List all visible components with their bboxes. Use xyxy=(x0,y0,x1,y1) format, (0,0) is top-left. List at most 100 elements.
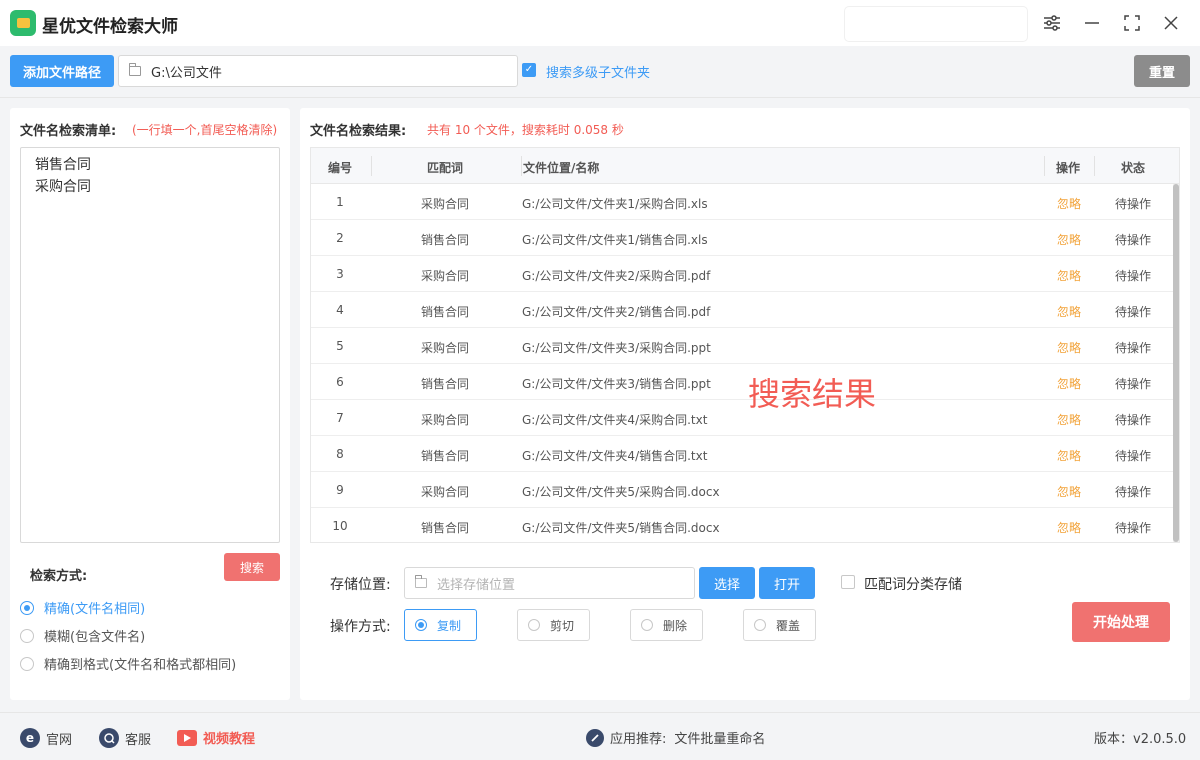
row-number: 5 xyxy=(336,339,344,353)
classify-checkbox[interactable] xyxy=(841,575,855,589)
row-ignore-action[interactable]: 忽略 xyxy=(1046,231,1092,248)
reset-button[interactable]: 重置 xyxy=(1134,55,1190,87)
results-label: 文件名检索结果: xyxy=(310,124,407,139)
service-link[interactable]: 客服 xyxy=(99,728,151,748)
row-keyword: 采购合同 xyxy=(420,485,469,499)
row-ignore-action[interactable]: 忽略 xyxy=(1046,519,1092,536)
row-ignore-action[interactable]: 忽略 xyxy=(1046,375,1092,392)
row-status: 待操作 xyxy=(1114,341,1151,355)
row-status: 待操作 xyxy=(1114,413,1151,427)
row-keyword: 销售合同 xyxy=(420,305,469,319)
table-header: 编号 匹配词 文件位置/名称 操作 状态 xyxy=(311,148,1179,184)
row-ignore-action[interactable]: 忽略 xyxy=(1046,411,1092,428)
open-button[interactable]: 打开 xyxy=(759,567,815,599)
op-label: 复制 xyxy=(437,618,462,633)
col-header: 编号 xyxy=(328,161,353,175)
mode-format-option[interactable]: 精确到格式(文件名和格式都相同) xyxy=(20,654,236,673)
start-process-button[interactable]: 开始处理 xyxy=(1072,602,1170,642)
video-label: 视频教程 xyxy=(203,732,256,747)
op-overwrite-option[interactable]: 覆盖 xyxy=(743,609,816,641)
settings-icon[interactable] xyxy=(1039,10,1065,36)
subfolder-label[interactable]: 搜索多级子文件夹 xyxy=(546,62,650,81)
radio-icon xyxy=(754,619,766,631)
maximize-icon[interactable] xyxy=(1119,10,1145,36)
keyword-textarea[interactable]: 销售合同 采购合同 xyxy=(20,147,280,543)
table-row[interactable]: 3 采购合同 G:/公司文件/文件夹2/采购合同.pdf 忽略 待操作 xyxy=(311,256,1173,292)
table-row[interactable]: 8 销售合同 G:/公司文件/文件夹4/销售合同.txt 忽略 待操作 xyxy=(311,436,1173,472)
minimize-icon[interactable] xyxy=(1079,10,1105,36)
search-button[interactable]: 搜索 xyxy=(224,553,280,581)
results-summary: 共有 10 个文件，搜索耗时 0.058 秒 xyxy=(427,123,624,137)
row-status: 待操作 xyxy=(1114,305,1151,319)
table-row[interactable]: 1 采购合同 G:/公司文件/文件夹1/采购合同.xls 忽略 待操作 xyxy=(311,184,1173,220)
recommend-area[interactable]: 应用推荐: 文件批量重命名 xyxy=(586,728,765,747)
scroll-thumb[interactable] xyxy=(1173,184,1179,542)
row-status: 待操作 xyxy=(1114,485,1151,499)
save-location-label: 存储位置: xyxy=(330,577,391,593)
choose-button[interactable]: 选择 xyxy=(699,567,755,599)
op-cut-option[interactable]: 剪切 xyxy=(517,609,590,641)
close-icon[interactable] xyxy=(1158,10,1184,36)
path-value: G:\公司文件 xyxy=(151,65,222,81)
list-label: 文件名检索清单: xyxy=(20,124,117,139)
list-hint: (一行填一个,首尾空格清除) xyxy=(132,123,278,137)
table-scrollbar[interactable] xyxy=(1173,184,1179,542)
table-row[interactable]: 9 采购合同 G:/公司文件/文件夹5/采购合同.docx 忽略 待操作 xyxy=(311,472,1173,508)
table-row[interactable]: 4 销售合同 G:/公司文件/文件夹2/销售合同.pdf 忽略 待操作 xyxy=(311,292,1173,328)
add-path-button[interactable]: 添加文件路径 xyxy=(10,55,114,87)
path-field[interactable]: G:\公司文件 xyxy=(118,55,518,87)
operation-label: 操作方式: xyxy=(330,619,391,635)
service-label: 客服 xyxy=(125,732,152,748)
row-ignore-action[interactable]: 忽略 xyxy=(1046,483,1092,500)
mode-label: 模糊(包含文件名) xyxy=(44,630,146,645)
op-delete-option[interactable]: 删除 xyxy=(630,609,703,641)
table-row[interactable]: 6 销售合同 G:/公司文件/文件夹3/销售合同.ppt 忽略 待操作 xyxy=(311,364,1173,400)
radio-icon xyxy=(528,619,540,631)
radio-icon xyxy=(20,628,34,643)
op-copy-option[interactable]: 复制 xyxy=(404,609,477,641)
col-header: 状态 xyxy=(1121,161,1146,175)
row-ignore-action[interactable]: 忽略 xyxy=(1046,195,1092,212)
op-label: 覆盖 xyxy=(776,618,801,633)
mode-exact-option[interactable]: 精确(文件名相同) xyxy=(20,598,145,617)
search-list-panel: 文件名检索清单: (一行填一个,首尾空格清除) 销售合同 采购合同 检索方式: … xyxy=(10,108,290,700)
recommend-app[interactable]: 文件批量重命名 xyxy=(674,728,765,747)
row-file-path: G:/公司文件/文件夹1/销售合同.xls xyxy=(522,233,708,247)
footer: e 官网 客服 视频教程 应用推荐: 文件批量重命名 版本：v2.0.5.0 xyxy=(0,712,1200,760)
radio-icon xyxy=(20,656,34,671)
service-icon xyxy=(99,728,119,748)
radio-icon xyxy=(641,619,653,631)
video-icon xyxy=(177,729,197,746)
row-number: 8 xyxy=(336,447,344,461)
title-bar: 星优文件检索大师 xyxy=(0,0,1200,46)
row-file-path: G:/公司文件/文件夹2/销售合同.pdf xyxy=(522,305,711,319)
row-ignore-action[interactable]: 忽略 xyxy=(1046,267,1092,284)
results-table: 编号 匹配词 文件位置/名称 操作 状态 1 采购合同 G:/公司文件/文件夹1/采… xyxy=(310,147,1180,543)
results-panel: 文件名检索结果: 共有 10 个文件，搜索耗时 0.058 秒 编号 匹配词 文… xyxy=(300,108,1190,700)
mode-fuzzy-option[interactable]: 模糊(包含文件名) xyxy=(20,626,145,645)
save-location-field[interactable]: 选择存储位置 xyxy=(404,567,695,599)
radio-checked-icon xyxy=(20,600,34,615)
table-row[interactable]: 7 采购合同 G:/公司文件/文件夹4/采购合同.txt 忽略 待操作 xyxy=(311,400,1173,436)
row-number: 1 xyxy=(336,195,344,209)
row-ignore-action[interactable]: 忽略 xyxy=(1046,447,1092,464)
row-status: 待操作 xyxy=(1114,269,1151,283)
table-row[interactable]: 5 采购合同 G:/公司文件/文件夹3/采购合同.ppt 忽略 待操作 xyxy=(311,328,1173,364)
row-number: 9 xyxy=(336,483,344,497)
folder-icon xyxy=(128,63,141,76)
row-status: 待操作 xyxy=(1114,197,1151,211)
subfolder-checkbox[interactable]: ✓ xyxy=(522,63,536,77)
classify-label[interactable]: 匹配词分类存储 xyxy=(864,574,962,594)
row-file-path: G:/公司文件/文件夹4/采购合同.txt xyxy=(522,413,708,427)
website-link[interactable]: e 官网 xyxy=(20,728,72,748)
table-row[interactable]: 10 销售合同 G:/公司文件/文件夹5/销售合同.docx 忽略 待操作 xyxy=(311,508,1173,542)
row-number: 7 xyxy=(336,411,344,425)
row-file-path: G:/公司文件/文件夹1/采购合同.xls xyxy=(522,197,708,211)
video-tutorial-link[interactable]: 视频教程 xyxy=(177,728,255,747)
table-row[interactable]: 2 销售合同 G:/公司文件/文件夹1/销售合同.xls 忽略 待操作 xyxy=(311,220,1173,256)
row-ignore-action[interactable]: 忽略 xyxy=(1046,339,1092,356)
row-number: 3 xyxy=(336,267,344,281)
website-icon: e xyxy=(20,728,40,748)
row-ignore-action[interactable]: 忽略 xyxy=(1046,303,1092,320)
row-file-path: G:/公司文件/文件夹5/采购合同.docx xyxy=(522,485,720,499)
